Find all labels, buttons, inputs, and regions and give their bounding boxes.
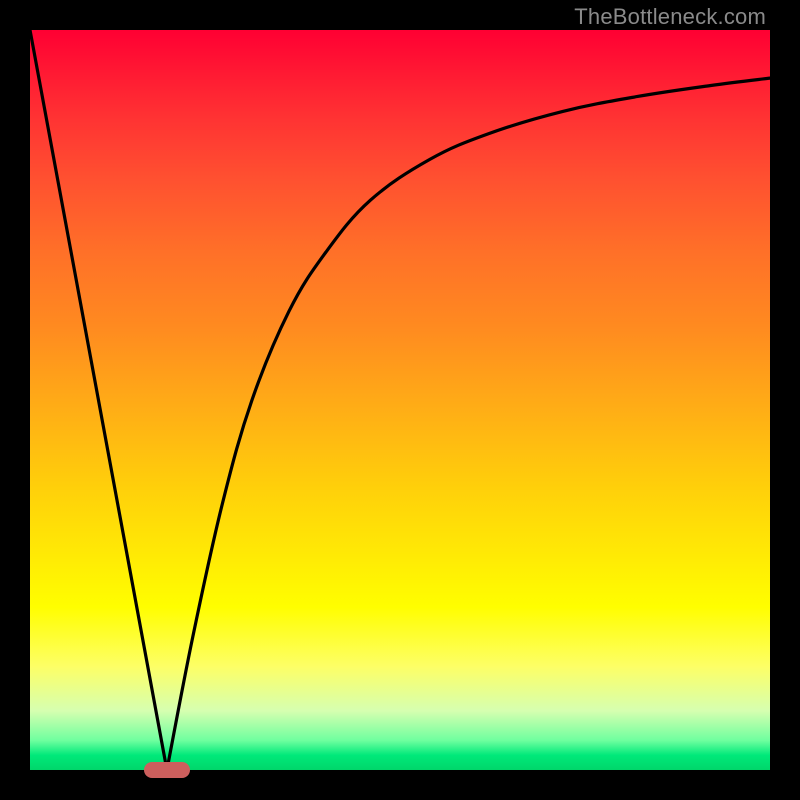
watermark-text: TheBottleneck.com bbox=[574, 4, 766, 30]
chart-frame: TheBottleneck.com bbox=[0, 0, 800, 800]
curve-layer bbox=[30, 30, 770, 770]
plot-area bbox=[30, 30, 770, 770]
left-line-path bbox=[30, 30, 167, 770]
right-curve-path bbox=[167, 78, 770, 770]
bottleneck-marker bbox=[144, 762, 190, 778]
